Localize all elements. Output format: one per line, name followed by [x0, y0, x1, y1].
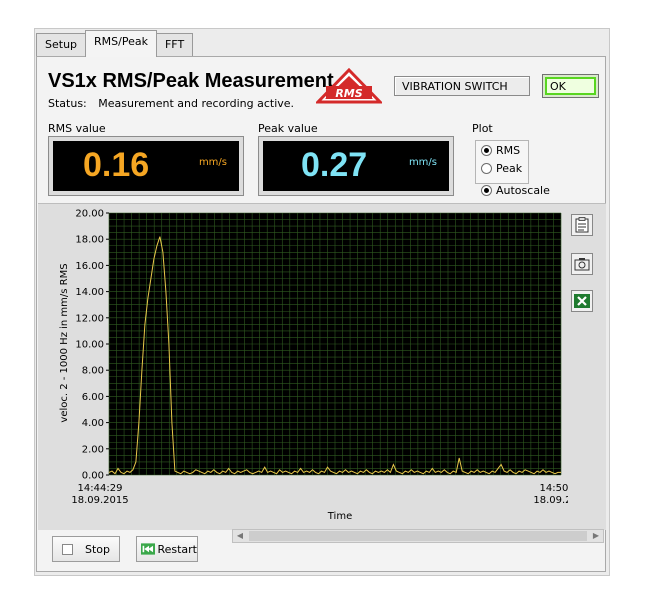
logo-text: RMS: [335, 87, 362, 100]
y-tick-label: 16.00: [75, 261, 104, 272]
rms-value-label: RMS value: [48, 122, 106, 135]
ok-indicator: OK: [542, 74, 599, 98]
tab-rms-peak[interactable]: RMS/Peak: [85, 30, 157, 57]
peak-value-label: Peak value: [258, 122, 318, 135]
radio-peak[interactable]: Peak: [481, 162, 522, 175]
status-row: Status: Measurement and recording active…: [48, 97, 294, 110]
plot-label: Plot: [472, 122, 493, 135]
time-scrollbar[interactable]: ◀ ▶: [232, 529, 604, 543]
y-tick-label: 18.00: [75, 235, 104, 246]
stop-button[interactable]: Stop: [52, 536, 120, 562]
y-axis-label: veloc. 2 - 1000 Hz in mm/s RMS: [59, 263, 70, 422]
clipboard-button[interactable]: [571, 214, 593, 236]
radio-rms[interactable]: RMS: [481, 144, 520, 157]
tab-setup[interactable]: Setup: [36, 33, 87, 56]
scroll-left-icon[interactable]: ◀: [233, 530, 247, 542]
vibration-switch-indicator: VIBRATION SWITCH: [394, 76, 530, 96]
y-tick-label: 2.00: [82, 444, 104, 455]
stop-checkbox-icon: [62, 543, 73, 555]
snapshot-button[interactable]: [571, 253, 593, 275]
restart-icon: [141, 543, 156, 555]
camera-icon: [574, 258, 590, 271]
restart-button[interactable]: Restart: [136, 536, 198, 562]
radio-rms-button[interactable]: [481, 145, 492, 156]
rms-value: 0.16: [83, 146, 150, 184]
status-text: Measurement and recording active.: [98, 97, 295, 110]
rms-meter: 0.16 mm/s: [48, 136, 244, 196]
autoscale-radio[interactable]: [481, 185, 492, 196]
restart-label: Restart: [157, 542, 197, 556]
peak-meter: 0.27 mm/s: [258, 136, 454, 196]
radio-peak-button[interactable]: [481, 163, 492, 174]
stop-label: Stop: [85, 542, 111, 556]
export-excel-button[interactable]: [571, 290, 593, 312]
y-tick-label: 8.00: [82, 366, 104, 377]
x-start-date: 18.09.2015: [71, 495, 128, 506]
autoscale-option[interactable]: Autoscale: [481, 184, 550, 197]
x-start-time: 14:44:29: [78, 483, 123, 494]
y-tick-label: 0.00: [82, 471, 104, 482]
grid-lines: [108, 212, 562, 476]
autoscale-label: Autoscale: [496, 184, 550, 197]
scroll-thumb[interactable]: [249, 531, 587, 541]
y-tick-label: 6.00: [82, 392, 104, 403]
y-tick-label: 4.00: [82, 418, 104, 429]
scroll-right-icon[interactable]: ▶: [589, 530, 603, 542]
peak-unit: mm/s: [408, 157, 437, 168]
x-end-date: 18.09.2015: [533, 495, 568, 506]
y-tick-label: 20.00: [75, 209, 104, 220]
tab-fft[interactable]: FFT: [155, 33, 194, 56]
peak-value: 0.27: [301, 146, 368, 184]
velocity-chart: 0.00 2.00 4.00 6.00 8.00 10.00 12.00 14.00 16.00…: [59, 209, 568, 523]
tab-bar: Setup RMS/Peak FFT: [36, 30, 194, 57]
x-axis-label: Time: [327, 511, 352, 522]
status-label: Status:: [48, 97, 87, 110]
excel-icon: [574, 294, 590, 308]
clipboard-icon: [575, 217, 589, 233]
rms-logo: RMS: [314, 67, 384, 108]
y-tick-label: 12.00: [75, 313, 104, 324]
ok-label: OK: [545, 77, 596, 95]
rms-unit: mm/s: [198, 157, 227, 168]
radio-peak-label: Peak: [496, 162, 523, 175]
y-axis: 0.00 2.00 4.00 6.00 8.00 10.00 12.00 14.00 16.00…: [75, 209, 109, 482]
y-tick-label: 10.00: [75, 340, 104, 351]
x-end-time: 14:50:55: [540, 483, 568, 494]
y-tick-label: 14.00: [75, 287, 104, 298]
page-title: VS1x RMS/Peak Measurement: [48, 70, 334, 92]
radio-rms-label: RMS: [496, 144, 521, 157]
